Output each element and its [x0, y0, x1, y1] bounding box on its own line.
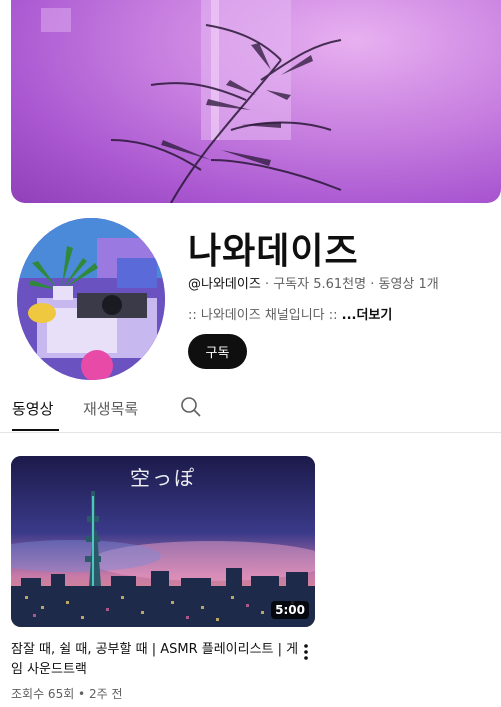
channel-banner [11, 0, 501, 203]
channel-avatar[interactable] [17, 218, 165, 380]
more-options-icon[interactable] [299, 642, 313, 666]
channel-description[interactable]: :: 나와데이즈 채널입니다 :: ...더보기 [188, 304, 392, 323]
channel-title: 나와데이즈 [188, 231, 359, 272]
video-title[interactable]: 잠잘 때, 쉴 때, 공부할 때 | ASMR 플레이리스트 | 게임 사운드트… [11, 640, 301, 680]
video-meta: 조회수 65회 • 2주 전 [11, 687, 123, 701]
channel-handle: @나와데이즈 [188, 277, 261, 292]
channel-stats: · 구독자 5.61천명 · 동영상 1개 [260, 277, 439, 292]
active-tab-indicator [12, 429, 59, 431]
tab-playlists[interactable]: 재생목록 [83, 398, 138, 419]
channel-meta: @나와데이즈 · 구독자 5.61천명 · 동영상 1개 [188, 273, 439, 292]
search-icon[interactable] [180, 396, 202, 422]
more-link[interactable]: ...더보기 [342, 308, 393, 323]
description-text: :: 나와데이즈 채널입니다 :: [188, 308, 342, 323]
duration-badge: 5:00 [271, 601, 309, 619]
thumbnail-text: 空っぽ [130, 466, 196, 490]
subscribe-button[interactable]: 구독 [188, 334, 247, 369]
channel-tabs: 동영상 재생목록 [0, 388, 501, 433]
video-thumbnail[interactable]: 空っぽ 5:00 [11, 456, 315, 627]
tab-videos[interactable]: 동영상 [12, 398, 53, 419]
